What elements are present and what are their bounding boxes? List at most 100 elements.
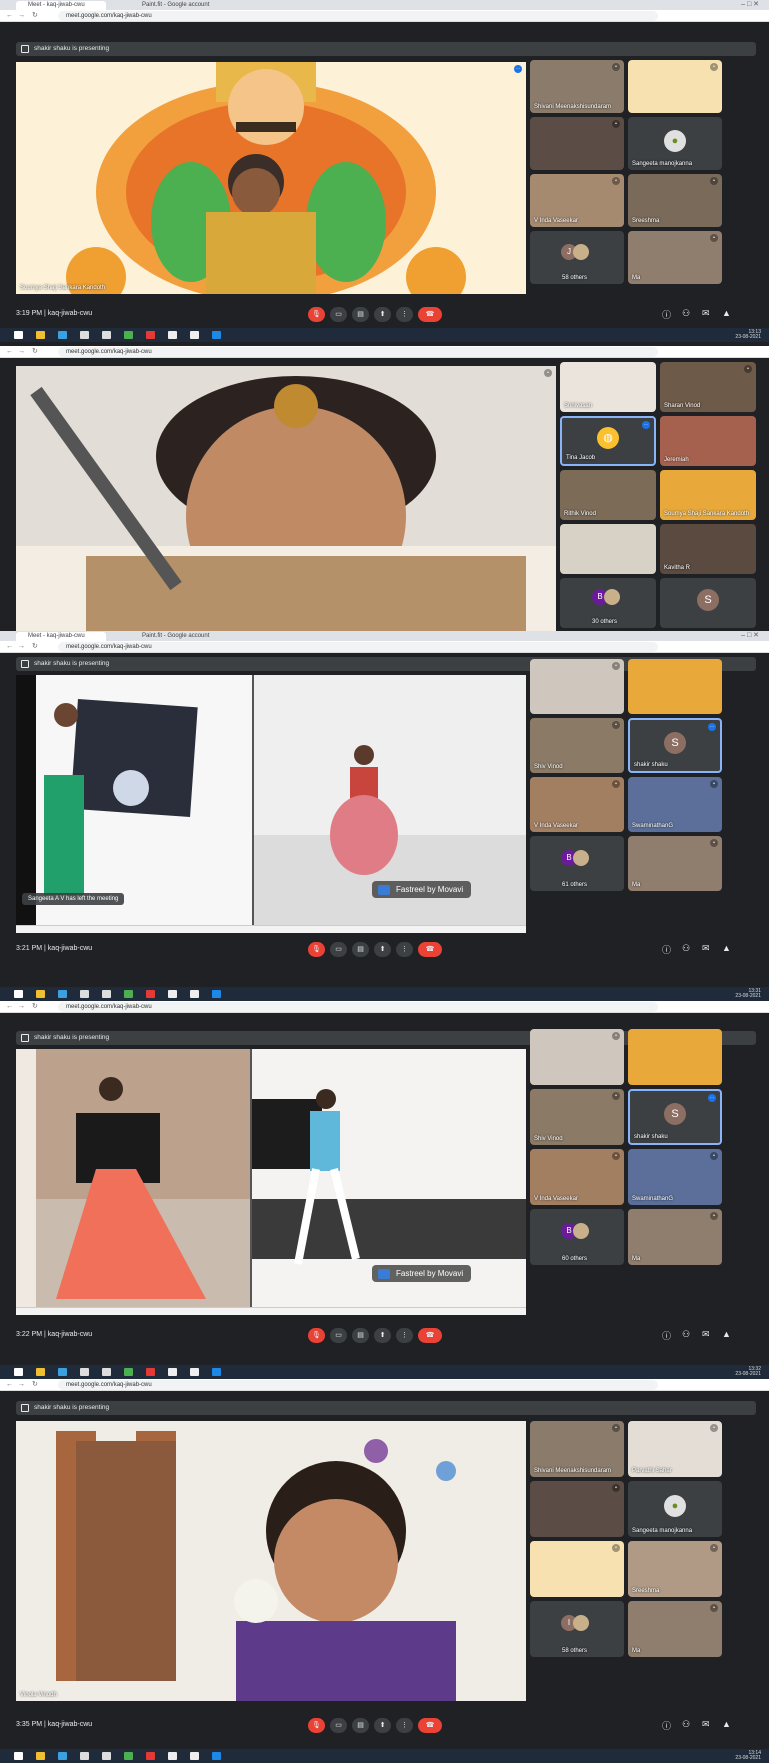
others-tile[interactable]: B 30 others bbox=[560, 578, 656, 628]
taskbar-app-icon[interactable] bbox=[102, 990, 111, 998]
people-icon[interactable]: ⚇ bbox=[682, 1719, 690, 1730]
taskbar-app-icon[interactable] bbox=[58, 1368, 67, 1376]
end-call-icon[interactable]: ☎ bbox=[418, 307, 442, 322]
others-tile[interactable]: I 58 others bbox=[530, 1601, 624, 1657]
pin-icon[interactable]: ⋯ bbox=[514, 65, 522, 73]
camera-icon[interactable]: ▭ bbox=[330, 942, 347, 957]
taskbar-app-icon[interactable] bbox=[102, 1752, 111, 1760]
others-tile[interactable]: J 58 others bbox=[530, 231, 624, 284]
tab-meet[interactable]: Meet - kaq-jiwab-cwu bbox=[16, 1, 106, 10]
taskbar-app-icon[interactable] bbox=[212, 1752, 221, 1760]
participant-tile[interactable]: V Inda Vaseekar • bbox=[530, 777, 624, 832]
reload-icon[interactable]: ↻ bbox=[32, 642, 38, 652]
participant-tile[interactable] bbox=[560, 524, 656, 574]
start-icon[interactable] bbox=[14, 331, 23, 339]
captions-icon[interactable]: ▤ bbox=[352, 942, 369, 957]
taskbar-app-icon[interactable] bbox=[168, 990, 177, 998]
forward-icon[interactable]: → bbox=[18, 11, 25, 21]
back-icon[interactable]: ← bbox=[6, 1380, 13, 1390]
taskbar-app-icon[interactable] bbox=[80, 1368, 89, 1376]
forward-icon[interactable]: → bbox=[18, 642, 25, 652]
chat-icon[interactable]: ✉ bbox=[702, 1329, 710, 1340]
participant-tile[interactable]: Shiv Vinod • bbox=[530, 1089, 624, 1145]
activities-icon[interactable]: ▲ bbox=[722, 1719, 731, 1729]
chat-icon[interactable]: ✉ bbox=[702, 943, 710, 954]
taskbar-app-icon[interactable] bbox=[212, 990, 221, 998]
activities-icon[interactable]: ▲ bbox=[722, 1329, 731, 1339]
participant-tile[interactable]: • bbox=[530, 1541, 624, 1597]
camera-icon[interactable]: ▭ bbox=[330, 1718, 347, 1733]
participant-tile[interactable]: Sreeshma • bbox=[628, 1541, 722, 1597]
participant-tile[interactable]: • bbox=[628, 60, 722, 113]
taskbar-app-icon[interactable] bbox=[190, 1752, 199, 1760]
taskbar-app-icon[interactable] bbox=[102, 331, 111, 339]
participant-tile[interactable]: Srinivasan bbox=[560, 362, 656, 412]
taskbar-app-icon[interactable] bbox=[36, 990, 45, 998]
taskbar-app-icon[interactable] bbox=[102, 1368, 111, 1376]
people-icon[interactable]: ⚇ bbox=[682, 308, 690, 319]
tab-meet[interactable]: Meet - kaq-jiwab-cwu bbox=[16, 632, 106, 641]
taskbar-app-icon[interactable] bbox=[212, 331, 221, 339]
taskbar-app-icon[interactable] bbox=[124, 331, 133, 339]
taskbar-app-icon[interactable] bbox=[36, 1368, 45, 1376]
more-icon[interactable]: ⋮ bbox=[396, 1718, 413, 1733]
info-icon[interactable]: ⓘ bbox=[662, 1329, 671, 1342]
taskbar-app-icon[interactable] bbox=[36, 331, 45, 339]
url-field[interactable]: meet.google.com/kaq-jiwab-cwu bbox=[58, 347, 658, 357]
url-field[interactable]: meet.google.com/kaq-jiwab-cwu bbox=[58, 1002, 658, 1012]
start-icon[interactable] bbox=[14, 1752, 23, 1760]
url-field[interactable]: meet.google.com/kaq-jiwab-cwu bbox=[58, 1380, 658, 1390]
taskbar-app-icon[interactable] bbox=[168, 1368, 177, 1376]
participant-tile[interactable]: Soumya Shaji Sankara Kandoth bbox=[660, 470, 756, 520]
taskbar-app-icon[interactable] bbox=[124, 1752, 133, 1760]
info-icon[interactable]: ⓘ bbox=[662, 943, 671, 956]
participant-tile[interactable]: ◍ Tina Jacob ⋯ bbox=[560, 416, 656, 466]
taskbar-app-icon[interactable] bbox=[190, 331, 199, 339]
mic-off-icon[interactable]: 🎙 bbox=[308, 307, 325, 322]
activities-icon[interactable]: ▲ bbox=[722, 308, 731, 318]
start-icon[interactable] bbox=[14, 1368, 23, 1376]
taskbar-app-icon[interactable] bbox=[190, 990, 199, 998]
participant-tile[interactable] bbox=[628, 1029, 722, 1085]
participant-tile[interactable]: Sshakir shaku ⋯ bbox=[628, 718, 722, 773]
end-call-icon[interactable]: ☎ bbox=[418, 942, 442, 957]
camera-icon[interactable]: ▭ bbox=[330, 1328, 347, 1343]
participant-tile[interactable]: Shivani Meenakshisundaram • bbox=[530, 1421, 624, 1477]
participant-tile[interactable]: Shivani Meenakshisundaram • bbox=[530, 60, 624, 113]
back-icon[interactable]: ← bbox=[6, 11, 13, 21]
taskbar-app-icon[interactable] bbox=[80, 990, 89, 998]
end-call-icon[interactable]: ☎ bbox=[418, 1328, 442, 1343]
chat-icon[interactable]: ✉ bbox=[702, 308, 710, 319]
participant-tile[interactable]: Ma • bbox=[628, 231, 722, 284]
taskbar-app-icon[interactable] bbox=[168, 331, 177, 339]
taskbar-app-icon[interactable] bbox=[58, 331, 67, 339]
reload-icon[interactable]: ↻ bbox=[32, 11, 38, 21]
back-icon[interactable]: ← bbox=[6, 1002, 13, 1012]
back-icon[interactable]: ← bbox=[6, 642, 13, 652]
taskbar-app-icon[interactable] bbox=[124, 990, 133, 998]
captions-icon[interactable]: ▤ bbox=[352, 1328, 369, 1343]
end-call-icon[interactable]: ☎ bbox=[418, 1718, 442, 1733]
participant-tile[interactable]: • bbox=[530, 1481, 624, 1537]
participant-tile[interactable]: SwaminathanG • bbox=[628, 1149, 722, 1205]
activities-icon[interactable]: ▲ bbox=[722, 943, 731, 953]
window-controls[interactable]: – □ ✕ bbox=[741, 631, 759, 641]
present-icon[interactable]: ⬆ bbox=[374, 307, 391, 322]
participant-tile[interactable]: ● Sangeeta manojkanna bbox=[628, 117, 722, 170]
tab-other[interactable]: Paint.fit - Google account bbox=[130, 1, 240, 10]
participant-tile[interactable]: Kavitha R bbox=[660, 524, 756, 574]
camera-icon[interactable]: ▭ bbox=[330, 307, 347, 322]
taskbar-app-icon[interactable] bbox=[146, 1368, 155, 1376]
present-icon[interactable]: ⬆ bbox=[374, 1328, 391, 1343]
captions-icon[interactable]: ▤ bbox=[352, 1718, 369, 1733]
participant-tile[interactable]: Parvathi Sahar • bbox=[628, 1421, 722, 1477]
chat-icon[interactable]: ✉ bbox=[702, 1719, 710, 1730]
mic-off-icon[interactable]: 🎙 bbox=[308, 1328, 325, 1343]
people-icon[interactable]: ⚇ bbox=[682, 943, 690, 954]
reload-icon[interactable]: ↻ bbox=[32, 347, 38, 357]
info-icon[interactable]: ⓘ bbox=[662, 308, 671, 321]
forward-icon[interactable]: → bbox=[18, 1002, 25, 1012]
present-icon[interactable]: ⬆ bbox=[374, 1718, 391, 1733]
participant-tile[interactable]: ● Sangeeta manojkanna bbox=[628, 1481, 722, 1537]
mic-off-icon[interactable]: 🎙 bbox=[308, 942, 325, 957]
